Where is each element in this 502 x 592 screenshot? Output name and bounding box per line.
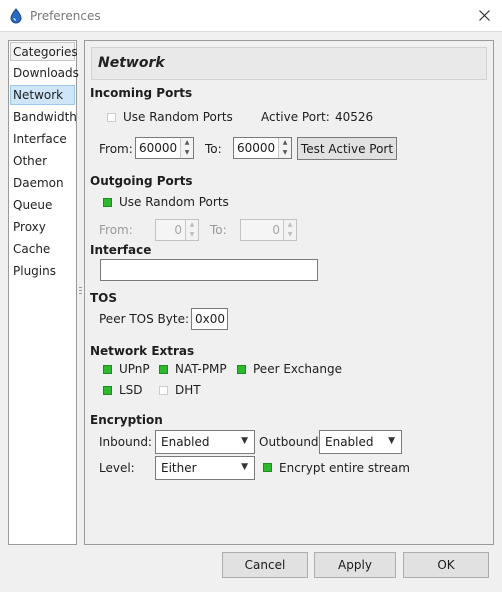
peer-exchange-label: Peer Exchange [253, 362, 342, 376]
ok-button[interactable]: OK [403, 552, 489, 578]
lsd-label: LSD [119, 383, 143, 397]
outgoing-to-label: To: [210, 223, 227, 237]
network-extras-heading: Network Extras [90, 344, 195, 358]
outbound-select-value: Enabled [325, 435, 374, 449]
cancel-button[interactable]: Cancel [222, 552, 308, 578]
categories-header[interactable]: Categories [10, 42, 78, 61]
level-select[interactable]: Either ▼ [155, 456, 255, 480]
interface-heading: Interface [90, 243, 152, 257]
incoming-from-stepper[interactable]: ▲ ▼ [180, 138, 193, 158]
category-item-downloads[interactable]: Downloads [10, 63, 79, 83]
chevron-down-icon: ▼ [241, 436, 248, 446]
tos-heading: TOS [90, 291, 118, 305]
dht-checkbox[interactable] [159, 386, 168, 395]
stepper-down-icon[interactable]: ▼ [186, 230, 198, 240]
nat-pmp-checkbox[interactable] [159, 365, 168, 374]
outgoing-from-spinner[interactable]: 0 ▲ ▼ [155, 219, 199, 241]
close-button[interactable] [468, 0, 502, 32]
chevron-down-icon: ▼ [388, 436, 395, 446]
dht-label: DHT [175, 383, 201, 397]
outgoing-ports-heading: Outgoing Ports [90, 174, 193, 188]
level-label: Level: [99, 461, 135, 475]
interface-field[interactable] [100, 259, 318, 281]
active-port-label: Active Port: [261, 110, 330, 124]
incoming-random-ports-checkbox[interactable] [107, 113, 116, 122]
category-item-cache[interactable]: Cache [10, 239, 75, 259]
peer-tos-field[interactable]: 0x00 [191, 308, 228, 330]
outgoing-random-ports-label: Use Random Ports [119, 195, 229, 209]
nat-pmp-label: NAT-PMP [175, 362, 227, 376]
category-item-network[interactable]: Network [10, 85, 75, 105]
category-item-daemon[interactable]: Daemon [10, 173, 75, 193]
incoming-to-value: 60000 [237, 141, 276, 155]
incoming-from-label: From: [99, 142, 133, 156]
title-bar: Preferences [0, 0, 502, 32]
stepper-up-icon[interactable]: ▲ [279, 138, 291, 148]
close-icon [479, 10, 490, 21]
inbound-label: Inbound: [99, 435, 152, 449]
test-active-port-button[interactable]: Test Active Port [297, 137, 397, 160]
pane-splitter-handle[interactable] [79, 287, 82, 299]
incoming-to-spinner[interactable]: 60000 ▲ ▼ [233, 137, 292, 159]
category-item-plugins[interactable]: Plugins [10, 261, 75, 281]
outbound-select[interactable]: Enabled ▼ [319, 430, 402, 454]
incoming-from-value: 60000 [139, 141, 178, 155]
categories-list: Categories Downloads Network Bandwidth I… [8, 40, 79, 545]
outgoing-from-stepper[interactable]: ▲ ▼ [185, 220, 198, 240]
category-item-proxy[interactable]: Proxy [10, 217, 75, 237]
stepper-up-icon[interactable]: ▲ [284, 220, 296, 230]
category-item-interface[interactable]: Interface [10, 129, 75, 149]
stepper-down-icon[interactable]: ▼ [284, 230, 296, 240]
category-item-bandwidth[interactable]: Bandwidth [10, 107, 77, 127]
outgoing-to-value: 0 [272, 223, 280, 237]
incoming-ports-heading: Incoming Ports [90, 86, 193, 100]
network-settings-panel: Network Incoming Ports Use Random Ports … [84, 40, 494, 545]
encrypt-entire-stream-label: Encrypt entire stream [279, 461, 410, 475]
upnp-checkbox[interactable] [103, 365, 112, 374]
incoming-random-ports-label: Use Random Ports [123, 110, 233, 124]
category-item-other[interactable]: Other [10, 151, 75, 171]
peer-exchange-checkbox[interactable] [237, 365, 246, 374]
active-port-value: 40526 [335, 110, 374, 124]
incoming-to-label: To: [205, 142, 222, 156]
incoming-from-spinner[interactable]: 60000 ▲ ▼ [135, 137, 194, 159]
outbound-label: Outbound: [259, 435, 323, 449]
inbound-select-value: Enabled [161, 435, 210, 449]
category-item-queue[interactable]: Queue [10, 195, 75, 215]
lsd-checkbox[interactable] [103, 386, 112, 395]
peer-tos-value: 0x00 [195, 312, 226, 326]
apply-button[interactable]: Apply [314, 552, 396, 578]
page-title: Network [98, 55, 165, 71]
chevron-down-icon: ▼ [241, 462, 248, 472]
window-title: Preferences [30, 9, 101, 23]
incoming-to-stepper[interactable]: ▲ ▼ [278, 138, 291, 158]
outgoing-to-spinner[interactable]: 0 ▲ ▼ [240, 219, 297, 241]
outgoing-to-stepper[interactable]: ▲ ▼ [283, 220, 296, 240]
outgoing-random-ports-checkbox[interactable] [103, 198, 112, 207]
page-header: Network [91, 47, 487, 80]
stepper-up-icon[interactable]: ▲ [181, 138, 193, 148]
stepper-down-icon[interactable]: ▼ [181, 148, 193, 158]
outgoing-from-value: 0 [174, 223, 182, 237]
peer-tos-label: Peer TOS Byte: [99, 312, 189, 326]
level-select-value: Either [161, 461, 197, 475]
outgoing-from-label: From: [99, 223, 133, 237]
encryption-heading: Encryption [90, 413, 163, 427]
upnp-label: UPnP [119, 362, 150, 376]
encrypt-entire-stream-checkbox[interactable] [263, 463, 272, 472]
droplet-icon [10, 8, 22, 24]
inbound-select[interactable]: Enabled ▼ [155, 430, 255, 454]
stepper-down-icon[interactable]: ▼ [279, 148, 291, 158]
stepper-up-icon[interactable]: ▲ [186, 220, 198, 230]
